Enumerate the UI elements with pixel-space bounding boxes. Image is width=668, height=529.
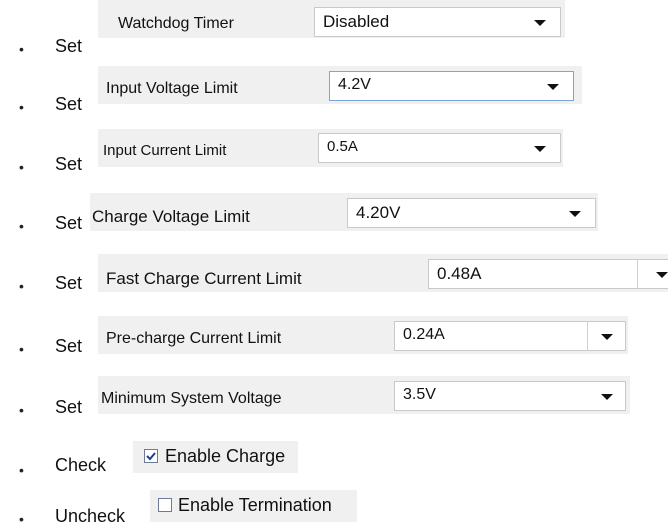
bullet: • (19, 99, 24, 115)
chevron-down-icon[interactable] (601, 394, 613, 400)
charge-voltage-limit-label: Charge Voltage Limit (92, 207, 250, 226)
pre-charge-current-limit-panel: Pre-charge Current Limit 0.24A (98, 316, 628, 354)
set-instruction: Set (55, 154, 83, 174)
input-current-limit-select[interactable]: 0.5A (318, 133, 561, 163)
charge-voltage-limit-panel: Charge Voltage Limit 4.20V (90, 193, 598, 231)
uncheck-instruction: Uncheck (55, 506, 126, 526)
minimum-system-voltage-value: 3.5V (403, 386, 436, 403)
set-instruction: Set (55, 336, 83, 356)
bullet: • (19, 462, 24, 478)
input-current-limit-label: Input Current Limit (103, 142, 227, 159)
minimum-system-voltage-label: Minimum System Voltage (101, 390, 282, 407)
watchdog-timer-value: Disabled (323, 12, 390, 31)
minimum-system-voltage-panel: Minimum System Voltage 3.5V (98, 376, 630, 414)
fast-charge-current-limit-value: 0.48A (437, 264, 482, 283)
bullet: • (19, 41, 24, 57)
separator (587, 322, 588, 350)
set-instruction: Set (55, 36, 83, 56)
input-voltage-limit-value: 4.2V (338, 76, 371, 93)
chevron-down-icon[interactable] (547, 84, 559, 90)
minimum-system-voltage-select[interactable]: 3.5V (394, 381, 626, 411)
charge-voltage-limit-select[interactable]: 4.20V (347, 198, 596, 228)
set-instruction: Set (55, 273, 83, 293)
enable-charge-checkbox[interactable] (144, 449, 158, 463)
bullet: • (19, 278, 24, 294)
fast-charge-current-limit-panel: Fast Charge Current Limit 0.48A (98, 254, 668, 292)
watchdog-timer-panel: Watchdog Timer Disabled (98, 0, 565, 38)
chevron-down-icon[interactable] (656, 272, 668, 278)
input-voltage-limit-label: Input Voltage Limit (106, 80, 238, 97)
enable-termination-checkbox[interactable] (158, 498, 172, 512)
enable-charge-panel: Enable Charge (133, 441, 298, 473)
enable-charge-label: Enable Charge (165, 446, 286, 466)
charge-voltage-limit-value: 4.20V (356, 203, 401, 222)
set-instruction: Set (55, 397, 83, 417)
chevron-down-icon[interactable] (569, 211, 581, 217)
input-current-limit-panel: Input Current Limit 0.5A (98, 129, 563, 167)
fast-charge-current-limit-select[interactable]: 0.48A (428, 259, 668, 289)
enable-termination-panel: Enable Termination (150, 490, 357, 522)
fast-charge-current-limit-label: Fast Charge Current Limit (106, 269, 302, 288)
checkmark-icon (146, 452, 156, 461)
bullet: • (19, 511, 24, 527)
input-voltage-limit-select[interactable]: 4.2V (329, 71, 574, 101)
enable-termination-label: Enable Termination (178, 495, 332, 515)
chevron-down-icon[interactable] (534, 146, 546, 152)
bullet: • (19, 159, 24, 175)
set-instruction: Set (55, 213, 83, 233)
separator (637, 260, 638, 288)
check-instruction: Check (55, 455, 107, 475)
watchdog-timer-label: Watchdog Timer (118, 15, 234, 32)
bullet: • (19, 341, 24, 357)
pre-charge-current-limit-value: 0.24A (403, 326, 445, 343)
input-voltage-limit-panel: Input Voltage Limit 4.2V (98, 66, 582, 104)
input-current-limit-value: 0.5A (327, 138, 358, 155)
set-instruction: Set (55, 94, 83, 114)
pre-charge-current-limit-select[interactable]: 0.24A (394, 321, 626, 351)
watchdog-timer-select[interactable]: Disabled (314, 7, 561, 37)
bullet: • (19, 402, 24, 418)
pre-charge-current-limit-label: Pre-charge Current Limit (106, 330, 282, 347)
chevron-down-icon[interactable] (601, 334, 613, 340)
bullet: • (19, 218, 24, 234)
chevron-down-icon[interactable] (534, 20, 546, 26)
